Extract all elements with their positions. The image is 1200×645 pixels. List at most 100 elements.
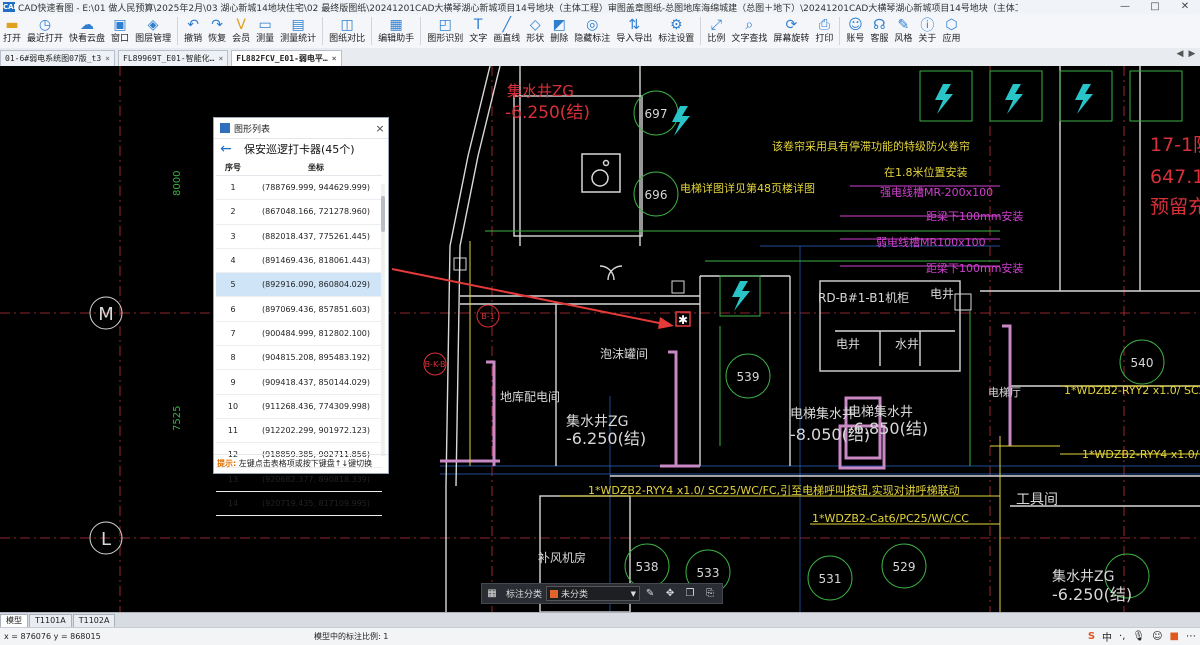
dialog-scrollbar[interactable] [381,184,385,456]
cad-elec-well2: 电井 [930,287,954,301]
doc-tab-1[interactable]: 01-6#弱电系统图07版_t3 × [0,50,115,66]
toolbar-label: 编辑助手 [378,34,415,44]
dialog-close-button[interactable]: × [372,122,388,135]
toolbar-label: 图形识别 [427,34,464,44]
hide-annot-button[interactable]: ◎ 隐藏标注 [571,14,613,48]
table-row[interactable]: 14 (920719.435, 817109.995) [216,491,382,517]
close-icon[interactable]: × [332,51,337,66]
table-row[interactable]: 6 (897069.436, 857851.603) [216,296,382,322]
table-row[interactable]: 3 (882018.437, 775261.445) [216,224,382,249]
table-row[interactable]: 8 (904815.208, 895483.192) [216,345,382,371]
layers-button[interactable]: ◈ 图层管理 [132,14,174,48]
more-icon[interactable]: ⋯ [1186,631,1196,642]
text-button[interactable]: T 文字 [466,14,490,48]
shape-button[interactable]: ◇ 形状 [523,14,547,48]
table-row[interactable]: 11 (912202.299, 901972.123) [216,418,382,444]
table-row[interactable]: 5 (892916.090, 860804.029) [216,272,382,298]
table-row[interactable]: 1 (788769.999, 944629.999) [216,175,382,201]
red-tag-labels: B-1 B-K-B [425,312,495,369]
cad-room-pit: 集水井ZG [566,413,628,430]
table-row[interactable]: 2 (867048.166, 721278.960) [216,199,382,225]
doc-tab-2[interactable]: FL89969T_E01-智能化… × [118,50,229,66]
apps-button[interactable]: ⬡ 应用 [939,14,963,48]
style-button[interactable]: ✎ 风格 [891,14,915,48]
grid-view-icon[interactable]: ▦ [484,587,500,601]
line-icon: ╱ [502,17,511,33]
shape-recog-button[interactable]: ◰ 图形识别 [424,14,466,48]
compare-button[interactable]: ◫ 图纸对比 [326,14,368,48]
patrol-marker[interactable]: ✱ [675,311,691,327]
layout-tab-model[interactable]: 模型 [0,614,28,627]
hide-annotation-icon: ◎ [586,17,599,33]
undo-button[interactable]: ↶ 撤销 [181,14,205,48]
doc-tab-3-active[interactable]: FL882FCV_E01-弱电平… × [231,50,342,66]
row-index: 4 [216,248,250,274]
row-coordinate: (891469.436, 818061.443) [250,248,382,274]
cad-cable-2: 1*WDZB2-Cat6/PC25/WC/CC [812,512,969,525]
layers-icon: ◈ [147,17,159,33]
maximize-button[interactable]: □ [1140,0,1170,14]
cad-drawing: -6.250(结) 17-1防 647.1 预留充电 集水井ZG 泡沫罐间 地库… [0,66,1200,612]
cad-elev-pit: -6.250(结) [566,429,646,448]
close-icon[interactable]: × [105,51,110,66]
cloud-button[interactable]: ☁ 快看云盘 [66,14,108,48]
find-text-button[interactable]: ⌕ 文字查找 [728,14,770,48]
category-select[interactable]: 未分类 ▼ [546,586,641,601]
axis-lines [0,66,1200,612]
back-arrow-icon[interactable]: ← [214,141,238,157]
vip-icon: V [236,17,246,33]
ime-logo-icon[interactable]: S [1088,631,1095,642]
recent-button[interactable]: ◷ 最近打开 [24,14,66,48]
copy-icon[interactable]: ❐ [682,587,698,601]
redo-button[interactable]: ↷ 恢复 [205,14,229,48]
measure-button[interactable]: ▭ 测量 [253,14,277,48]
account-button[interactable]: ☺ 账号 [843,14,867,48]
toolbar-separator [700,17,702,45]
tab-scroll-right-icon[interactable]: ▶ [1186,49,1198,59]
cad-note-5: 弱电线槽MR100x100 [876,235,986,249]
mic-icon[interactable]: 🎙 [1132,631,1145,642]
paste-icon[interactable]: ⎘ [702,587,718,601]
toolbox-icon[interactable]: ■ [1170,631,1179,642]
vip-button[interactable]: V 会员 [229,14,253,48]
scrollbar-thumb[interactable] [381,196,385,232]
screen-rotate-button[interactable]: ⟳ 屏幕旋转 [770,14,812,48]
close-icon[interactable]: × [218,51,223,66]
toolbar-label: 会员 [232,34,251,44]
scale-button[interactable]: ⤢ 比例 [704,14,728,48]
close-window-button[interactable]: ✕ [1170,0,1200,14]
edit-icon[interactable]: ✎ [642,587,658,601]
support-button[interactable]: ☊ 客服 [867,14,891,48]
doc-tab-label: 01-6#弱电系统图07版_t3 [5,54,102,63]
drawing-canvas[interactable]: -6.250(结) 17-1防 647.1 预留充电 集水井ZG 泡沫罐间 地库… [0,66,1200,612]
headset-icon: ☊ [873,17,886,33]
toolbar-label: 画直线 [493,34,521,44]
table-row[interactable]: 9 (909418.437, 850144.029) [216,369,382,395]
move-icon[interactable]: ✥ [662,587,678,601]
axis-bubbles [89,296,123,555]
cad-circle-540: 540 [1131,356,1154,370]
open-button[interactable]: ▬ 打开 [0,14,24,48]
minimize-button[interactable]: — [1110,0,1140,14]
layout-tab-t1101a[interactable]: T1101A [29,614,72,627]
tab-scroll-left-icon[interactable]: ◀ [1174,49,1186,59]
table-row[interactable]: 7 (900484.999, 812802.100) [216,321,382,347]
about-button[interactable]: ⓘ 关于 [915,14,939,48]
import-export-button[interactable]: ⇅ 导入导出 [613,14,655,48]
punctuation-mode[interactable]: ·, [1119,631,1125,642]
window-controls: — □ ✕ [1110,0,1200,14]
line-button[interactable]: ╱ 画直线 [490,14,523,48]
measure-stats-button[interactable]: ▤ 测量统计 [277,14,319,48]
table-row[interactable]: 4 (891469.436, 818061.443) [216,248,382,274]
ime-mode[interactable]: 中 [1102,629,1112,644]
print-button[interactable]: ⎙ 打印 [812,14,836,48]
edit-helper-button[interactable]: ▦ 编辑助手 [375,14,417,48]
layout-tab-t1102a[interactable]: T1102A [72,614,116,627]
eraser-icon: ◩ [552,17,566,33]
erase-button[interactable]: ◩ 删除 [547,14,571,48]
table-row[interactable]: 10 (911268.436, 774309.998) [216,394,382,419]
window-button[interactable]: ▣ 窗口 [108,14,132,48]
emoji-icon[interactable]: ☺ [1152,631,1162,642]
cad-room-tool: 工具间 [1016,492,1058,508]
annot-settings-button[interactable]: ⚙ 标注设置 [655,14,697,48]
